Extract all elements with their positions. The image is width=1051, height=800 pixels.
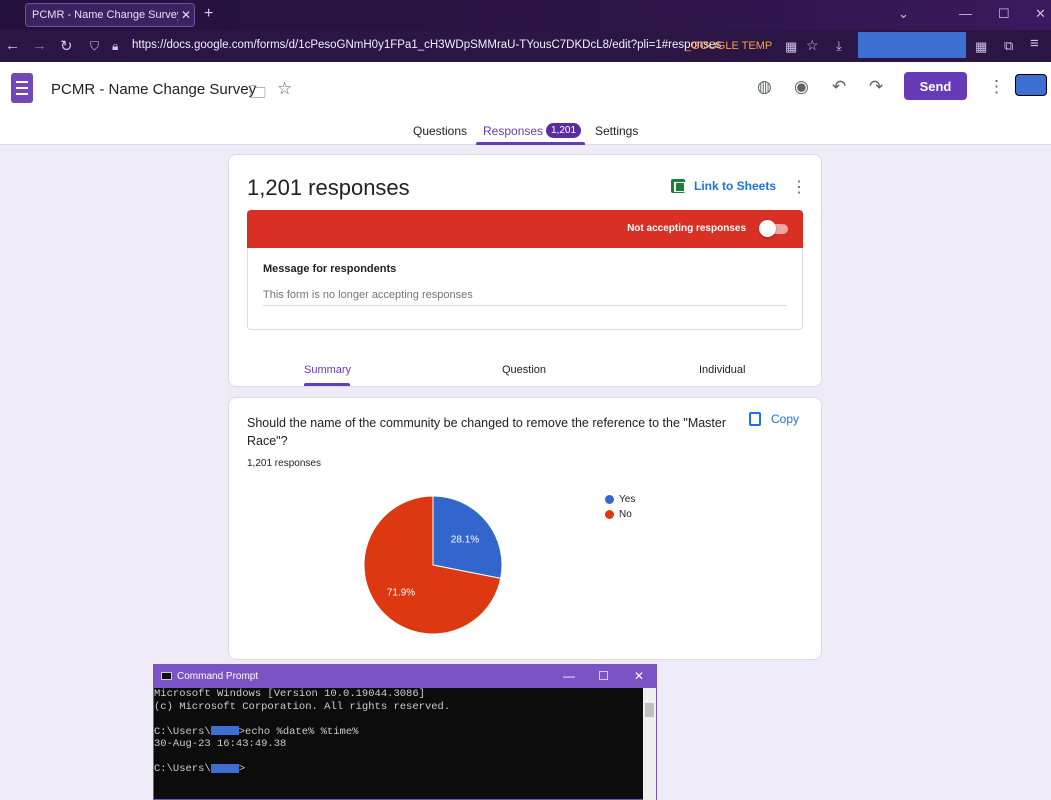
sheets-icon [671, 179, 685, 193]
lock-icon[interactable]: 🔒︎ [112, 39, 118, 54]
cmd-minimize-icon[interactable]: — [563, 669, 575, 683]
new-tab-button[interactable]: + [204, 5, 213, 23]
cmd-command: >echo %date% %time% [238, 725, 359, 738]
forms-header: PCMR - Name Change Survey 🗀︎ ☆ ◍ ◉ ↶ ↷ S… [0, 62, 1051, 145]
active-tab-indicator [476, 142, 585, 145]
download-icon[interactable]: ⤓ [836, 38, 842, 54]
legend-item-yes: Yes [605, 494, 635, 505]
tab-close-icon[interactable]: ✕ [178, 8, 194, 22]
legend-dot-no [605, 510, 614, 519]
send-button[interactable]: Send [904, 72, 967, 100]
tab-summary[interactable]: Summary [304, 364, 351, 376]
message-for-respondents-box: Message for respondents This form is no … [247, 248, 803, 330]
redacted-username [210, 726, 239, 736]
link-to-sheets-button[interactable]: Link to Sheets [671, 179, 776, 193]
cmd-maximize-icon[interactable]: ☐ [598, 669, 609, 683]
puzzle-icon[interactable]: ⧉ [1004, 38, 1013, 54]
preview-eye-icon[interactable]: ◉ [794, 77, 809, 97]
question-summary-card: Should the name of the community be chan… [228, 397, 822, 660]
legend-item-no: No [605, 509, 632, 520]
responses-count-heading: 1,201 responses [247, 175, 410, 200]
redo-icon[interactable]: ↷ [869, 77, 883, 97]
avatar[interactable] [1015, 74, 1047, 96]
legend-label-yes: Yes [619, 494, 636, 505]
redacted-box [858, 32, 966, 58]
message-input[interactable]: This form is no longer accepting respons… [263, 289, 473, 301]
cmd-scrollbar[interactable] [643, 688, 656, 800]
cmd-line: (c) Microsoft Corporation. All rights re… [154, 700, 451, 713]
legend-label-no: No [619, 509, 632, 520]
browser-tab-title: PCMR - Name Change Survey - Goo [32, 9, 178, 21]
reload-icon[interactable]: ↻ [60, 37, 73, 55]
cmd-title-bar[interactable]: Command Prompt — ☐ ✕ [154, 665, 656, 688]
cmd-scroll-thumb[interactable] [645, 703, 654, 717]
link-to-sheets-label: Link to Sheets [694, 179, 777, 193]
responses-summary-card: 1,201 responses Link to Sheets ⋮ Not acc… [228, 154, 822, 387]
tab-list-chevron-icon[interactable]: ⌄ [898, 6, 909, 22]
bookmark-item[interactable]: _GOOGLE TEMP [685, 40, 772, 52]
responses-count-badge: 1,201 [546, 123, 582, 138]
cmd-line: C:\Users\ [154, 725, 211, 738]
extensions-icon[interactable]: ▦ [975, 39, 987, 55]
cmd-icon [161, 672, 172, 680]
more-options-icon[interactable]: ⋮ [791, 177, 807, 197]
forms-logo-icon[interactable] [11, 73, 33, 103]
menu-icon[interactable]: ≡ [1030, 35, 1039, 52]
undo-icon[interactable]: ↶ [832, 77, 846, 97]
cmd-line: 30-Aug-23 16:43:49.38 [154, 738, 287, 750]
more-options-icon[interactable]: ⋮ [988, 77, 1005, 97]
star-bookmark-icon[interactable]: ☆ [806, 37, 819, 54]
window-close-icon[interactable]: ✕ [1035, 6, 1046, 22]
form-title[interactable]: PCMR - Name Change Survey [51, 81, 256, 98]
browser-tab-bar: PCMR - Name Change Survey - Goo ✕ + ⌄ — … [0, 0, 1051, 30]
browser-tab[interactable]: PCMR - Name Change Survey - Goo ✕ [25, 3, 195, 27]
input-underline [263, 305, 787, 306]
command-prompt-window[interactable]: Command Prompt — ☐ ✕ Microsoft Windows [… [153, 664, 657, 800]
accepting-responses-banner: Not accepting responses [247, 210, 803, 248]
cmd-line: C:\Users\ [154, 763, 211, 775]
legend-dot-yes [605, 495, 614, 504]
pie-chart: 28.1% 71.9% [363, 495, 503, 635]
palette-icon[interactable]: ◍ [757, 77, 772, 97]
minimize-icon[interactable]: — [959, 6, 972, 21]
forward-arrow-icon[interactable]: → [32, 37, 47, 54]
star-icon[interactable]: ☆ [277, 79, 292, 99]
shield-icon[interactable]: ⛉ [90, 39, 99, 54]
back-arrow-icon[interactable]: ← [5, 37, 20, 54]
cmd-line: Microsoft Windows [Version 10.0.19044.30… [154, 688, 425, 700]
cmd-console-output[interactable]: Microsoft Windows [Version 10.0.19044.30… [154, 688, 642, 800]
folder-icon[interactable]: 🗀︎ [249, 80, 266, 109]
toggle-knob[interactable] [759, 220, 776, 237]
pie-label-no: 71.9% [387, 587, 415, 598]
active-subtab-indicator [304, 383, 350, 386]
cmd-prompt: > [238, 763, 246, 775]
tab-responses[interactable]: Responses [483, 124, 543, 138]
cmd-close-icon[interactable]: ✕ [634, 669, 644, 683]
browser-nav-bar: ← → ↻ ⛉ 🔒︎ https://docs.google.com/forms… [0, 30, 1051, 62]
tab-settings[interactable]: Settings [595, 124, 638, 138]
tab-question[interactable]: Question [502, 364, 546, 376]
pie-label-yes: 28.1% [451, 535, 479, 546]
not-accepting-label: Not accepting responses [627, 223, 746, 234]
redacted-username [210, 763, 239, 773]
extension-grid-icon[interactable]: ▦ [785, 39, 797, 55]
address-bar[interactable]: https://docs.google.com/forms/d/1cPesoGN… [132, 39, 721, 51]
tab-individual[interactable]: Individual [699, 364, 745, 376]
tab-questions[interactable]: Questions [413, 124, 467, 138]
message-label: Message for respondents [263, 263, 397, 275]
maximize-icon[interactable]: ☐ [998, 6, 1010, 22]
cmd-title: Command Prompt [177, 671, 259, 682]
